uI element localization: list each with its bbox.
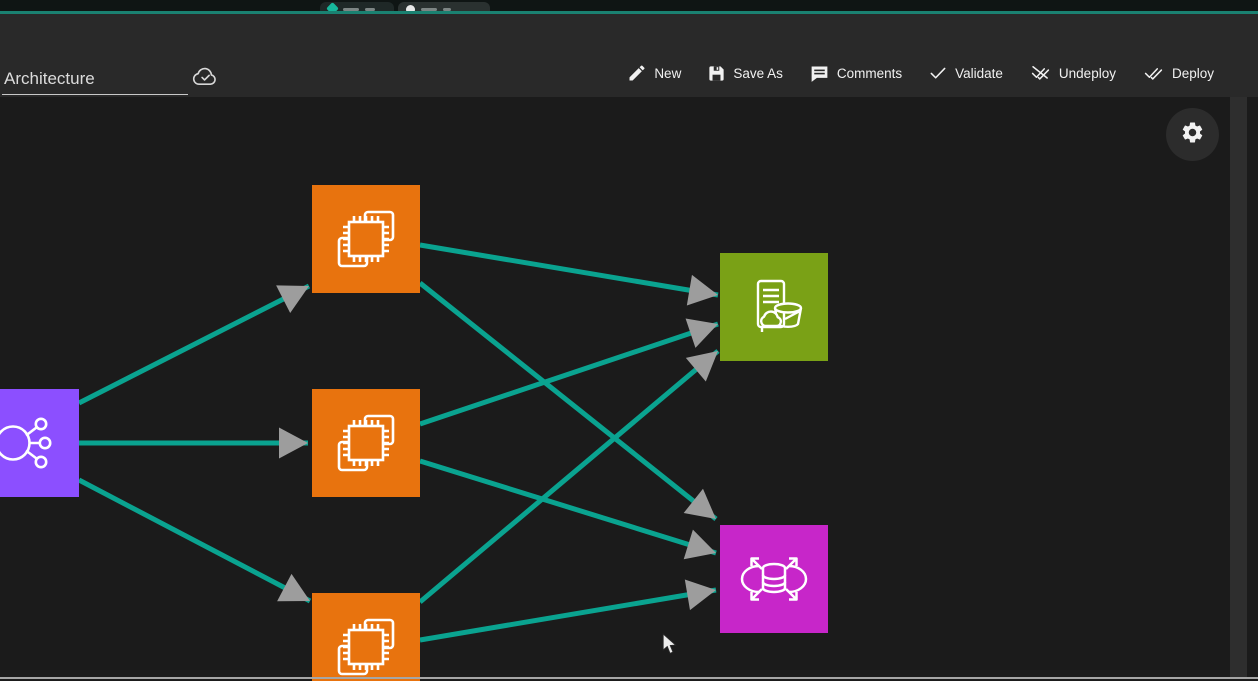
canvas-settings-button[interactable] xyxy=(1166,108,1219,161)
pencil-icon xyxy=(627,63,647,83)
arrowhead-icon xyxy=(684,530,721,568)
node-load-balancer[interactable] xyxy=(0,389,79,497)
edge-compute-middle-to-storage xyxy=(420,324,718,424)
undeploy-label: Undeploy xyxy=(1059,66,1116,81)
horizontal-scrollbar[interactable] xyxy=(0,677,1258,679)
tab-fragment-1[interactable] xyxy=(320,2,394,11)
validate-label: Validate xyxy=(955,66,1003,81)
arrowhead-icon xyxy=(687,275,721,310)
edge-load-balancer-to-compute-bottom xyxy=(79,480,310,601)
tab-fragment-2[interactable] xyxy=(398,2,490,11)
load-balancer-icon xyxy=(0,389,79,497)
deploy-button[interactable]: Deploy xyxy=(1142,63,1214,83)
edge-load-balancer-to-compute-top xyxy=(79,286,309,403)
ec2-chip-icon xyxy=(312,389,420,497)
double-check-slash-icon xyxy=(1029,63,1052,83)
node-compute-middle[interactable] xyxy=(312,389,420,497)
node-storage[interactable] xyxy=(720,253,828,361)
new-button[interactable]: New xyxy=(627,63,681,83)
scaling-database-icon xyxy=(720,525,828,633)
editor-header: New Save As Comments Validate Undeploy Deploy xyxy=(0,14,1258,97)
vertical-scrollbar[interactable] xyxy=(1230,97,1247,678)
diagram-canvas[interactable] xyxy=(0,97,1258,681)
ec2-chip-icon xyxy=(312,185,420,293)
validate-button[interactable]: Validate xyxy=(928,63,1003,83)
floppy-icon xyxy=(707,64,726,83)
top-accent-line xyxy=(0,11,1258,14)
edge-compute-bottom-to-storage xyxy=(420,351,718,602)
comment-icon xyxy=(809,63,830,84)
tab-favicon-teal xyxy=(326,2,339,11)
deploy-label: Deploy xyxy=(1172,66,1214,81)
edge-compute-middle-to-database-scaling xyxy=(420,461,716,553)
diagram-editor-app: New Save As Comments Validate Undeploy Deploy xyxy=(0,0,1258,681)
node-compute-top[interactable] xyxy=(312,185,420,293)
save-as-button[interactable]: Save As xyxy=(707,64,783,83)
edge-compute-top-to-storage xyxy=(420,245,718,295)
storage-bucket-icon xyxy=(720,253,828,361)
check-icon xyxy=(928,63,948,83)
arrowhead-icon xyxy=(686,309,723,348)
connection-edges xyxy=(0,97,1258,681)
toolbar: New Save As Comments Validate Undeploy Deploy xyxy=(627,55,1214,91)
arrowhead-icon xyxy=(279,428,308,459)
gear-icon xyxy=(1180,120,1205,150)
mouse-cursor xyxy=(662,633,677,655)
new-label: New xyxy=(654,66,681,81)
comments-button[interactable]: Comments xyxy=(809,63,902,84)
arrowhead-icon xyxy=(685,575,719,610)
save-as-label: Save As xyxy=(733,66,783,81)
ec2-chip-icon xyxy=(312,593,420,681)
node-compute-bottom[interactable] xyxy=(312,593,420,681)
undeploy-button[interactable]: Undeploy xyxy=(1029,63,1116,83)
cloud-check-icon xyxy=(190,64,220,90)
comments-label: Comments xyxy=(837,66,902,81)
node-database-scaling[interactable] xyxy=(720,525,828,633)
double-check-icon xyxy=(1142,63,1165,83)
tab-strip xyxy=(0,0,1258,11)
arrowhead-icon xyxy=(276,272,316,313)
edge-compute-top-to-database-scaling xyxy=(420,283,716,519)
diagram-title-input[interactable] xyxy=(2,64,188,95)
